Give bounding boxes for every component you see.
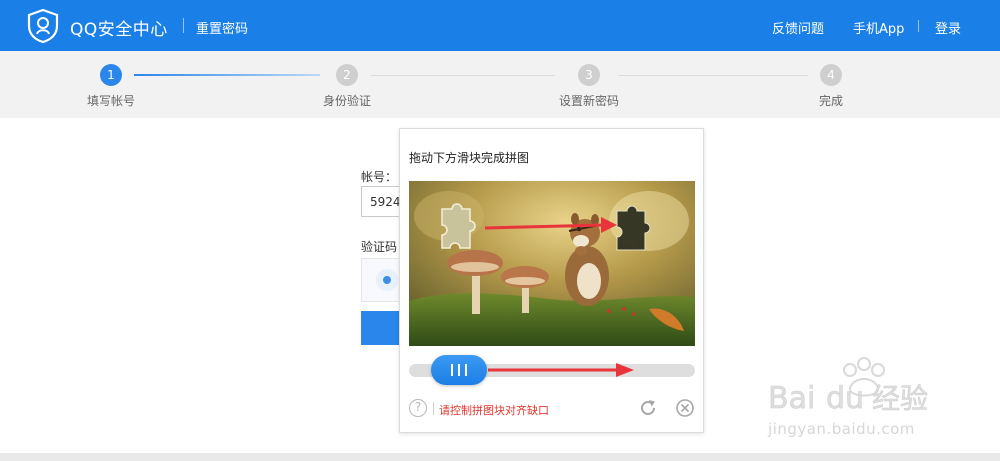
grip-line	[465, 364, 467, 376]
refresh-icon[interactable]	[638, 398, 658, 418]
brand-divider	[183, 18, 184, 33]
captcha-label: 验证码	[361, 240, 398, 254]
grip-line	[451, 364, 453, 376]
captcha-instruction: 拖动下方滑块完成拼图	[409, 151, 530, 165]
feedback-link[interactable]: 反馈问题	[772, 18, 824, 37]
step-3-dot: 3	[578, 64, 600, 86]
svg-text:Bai: Bai	[768, 381, 815, 416]
slider-captcha-popup: 拖动下方滑块完成拼图 ? 请控制拼图块对齐缺口	[399, 128, 704, 433]
svg-text:du: du	[826, 381, 864, 416]
nav-divider	[918, 20, 919, 32]
step-3-label: 设置新密码	[558, 94, 619, 108]
watermark-url: jingyan.baidu.com	[768, 420, 915, 438]
login-link[interactable]: 登录	[935, 18, 961, 37]
step-2-label: 身份验证	[322, 94, 371, 108]
qq-shield-logo-icon	[27, 8, 59, 44]
slide-direction-arrow	[488, 363, 634, 377]
step-connector	[371, 75, 555, 76]
captcha-loading-icon	[376, 269, 398, 291]
step-connector	[618, 75, 808, 76]
svg-text:经验: 经验	[872, 382, 928, 415]
captcha-puzzle-image	[409, 181, 695, 346]
captcha-hint-text: 请控制拼图块对齐缺口	[439, 404, 549, 417]
step-4-dot: 4	[820, 64, 842, 86]
help-icon[interactable]: ?	[409, 399, 427, 417]
step-1-dot: 1	[100, 64, 122, 86]
step-1-label: 填写帐号	[86, 94, 135, 108]
hint-divider	[433, 402, 434, 415]
brand-name[interactable]: QQ安全中心	[70, 15, 168, 40]
footer-strip	[0, 453, 1000, 461]
slider-handle[interactable]	[431, 355, 487, 385]
progress-steps: 1 填写帐号 2 身份验证 3 设置新密码 4 完成	[0, 51, 1000, 118]
page-title: 重置密码	[196, 22, 249, 37]
mobile-app-link[interactable]: 手机App	[853, 18, 904, 37]
step-connector-active	[134, 74, 320, 76]
grip-line	[458, 364, 460, 376]
step-4-label: 完成	[818, 94, 843, 108]
top-header: QQ安全中心 重置密码 反馈问题 手机App 登录	[0, 0, 1000, 51]
close-icon[interactable]	[675, 398, 695, 418]
account-label: 帐号：	[361, 170, 398, 184]
step-2-dot: 2	[336, 64, 358, 86]
